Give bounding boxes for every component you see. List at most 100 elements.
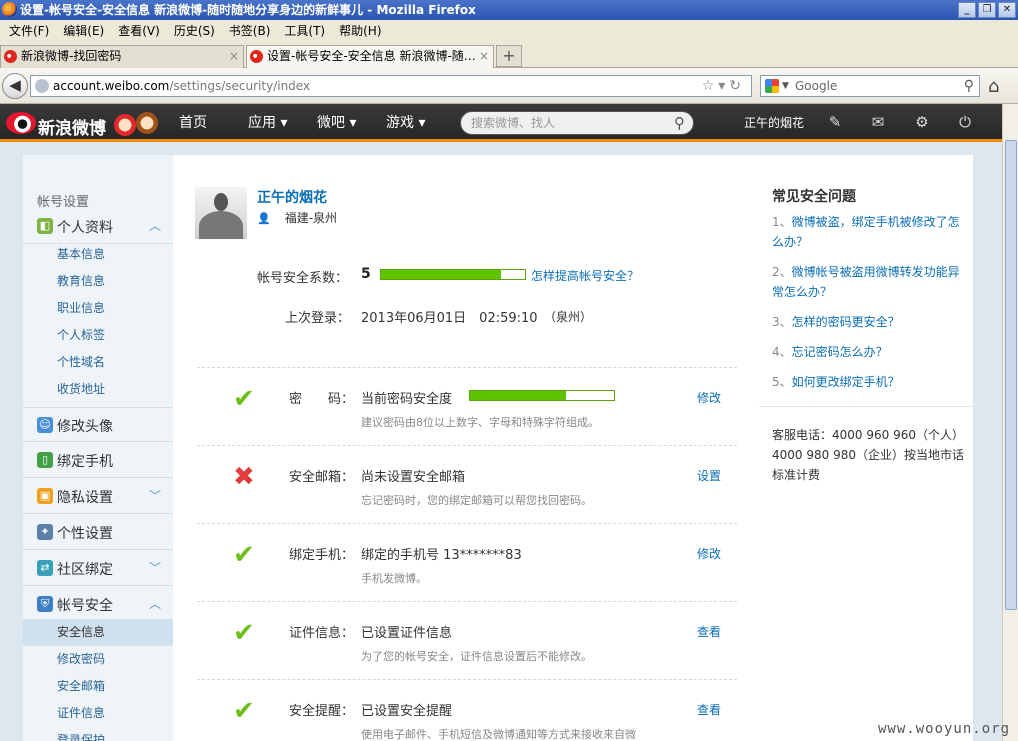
security-row-phone: ✔ 绑定手机： 绑定的手机号 13*******83 手机发微博。 修改 [197, 523, 737, 601]
row-label: 绑定手机： [289, 548, 355, 563]
sidebar-title: 帐号设置 [37, 195, 90, 210]
sidebar-group-avatar[interactable]: ☺ 修改头像 [23, 407, 173, 442]
menu-help[interactable]: 帮助(H) [332, 20, 388, 42]
weibo-logo[interactable]: 新浪微博 [4, 108, 162, 140]
bookmark-star-icon[interactable]: ☆▾↻ [702, 76, 745, 96]
weibo-search-input[interactable]: 搜索微博、找人 ⚲ [460, 111, 694, 135]
minimize-button[interactable]: _ [958, 2, 976, 18]
sidebar-item-basic-info[interactable]: 基本信息 [23, 241, 173, 268]
faq-item-2[interactable]: 2、微博帐号被盗用微博转发功能异常怎么办？ [772, 262, 962, 302]
security-score-label: 帐号安全系数： [257, 271, 349, 286]
maximize-button[interactable]: ❐ [978, 2, 996, 18]
tab-label: 设置-帐号安全-安全信息 新浪微博-随… [267, 49, 476, 63]
close-window-button[interactable]: ✕ [998, 2, 1016, 18]
tab-label: 新浪微博-找回密码 [21, 49, 122, 63]
sidebar-group-privacy[interactable]: ▣ 隐私设置 ﹀ [23, 479, 173, 514]
phone-icon: ▯ [37, 452, 53, 468]
row-label: 密 码： [289, 392, 355, 407]
sidebar-group-label: 帐号安全 [57, 598, 113, 614]
person-icon: 👤 [257, 212, 271, 225]
sidebar-item-career[interactable]: 职业信息 [23, 295, 173, 322]
sidebar-item-education[interactable]: 教育信息 [23, 268, 173, 295]
nav-weiba[interactable]: 微吧 ▾ [317, 104, 356, 142]
chevron-down-icon[interactable]: ﹀ [149, 487, 161, 504]
sidebar-item-domain[interactable]: 个性域名 [23, 349, 173, 376]
security-row-password: ✔ 密 码： 当前密码安全度 建议密码由8位以上数字、字母和特殊字符组成。 修改 [197, 367, 737, 445]
customer-service-phone: 客服电话：4000 960 960（个人）4000 980 980（企业）按当地… [772, 428, 964, 482]
close-tab-icon[interactable]: × [479, 46, 489, 67]
tab-security-settings[interactable]: 设置-帐号安全-安全信息 新浪微博-随… × [246, 45, 494, 69]
url-host: account.weibo.com [53, 79, 170, 93]
username-link[interactable]: 正午的烟花 [744, 104, 804, 142]
home-icon[interactable]: ⌂ [988, 76, 999, 97]
nav-home[interactable]: 首页 [179, 104, 207, 142]
nav-games[interactable]: 游戏 ▾ [386, 104, 425, 142]
back-button[interactable]: ◀ [2, 73, 28, 99]
sidebar-item-change-password[interactable]: 修改密码 [23, 646, 173, 673]
compose-icon[interactable]: ✎ [826, 113, 844, 131]
nav-apps[interactable]: 应用 ▾ [248, 104, 287, 142]
vertical-scrollbar[interactable] [1002, 104, 1018, 741]
view-id-link[interactable]: 查看 [697, 623, 721, 640]
site-identity-icon[interactable] [35, 79, 49, 93]
sidebar-group-label: 个性设置 [57, 526, 113, 542]
row-label: 证件信息： [289, 626, 355, 641]
search-input[interactable]: ▼ Google ⚲ [760, 75, 980, 97]
close-tab-icon[interactable]: × [229, 46, 239, 67]
view-alerts-link[interactable]: 查看 [697, 701, 721, 718]
profile-name[interactable]: 正午的烟花 [257, 187, 327, 207]
menu-bookmarks[interactable]: 书签(B) [222, 20, 278, 42]
sidebar-item-security-email[interactable]: 安全邮箱 [23, 673, 173, 700]
chevron-up-icon[interactable]: ︿ [149, 595, 161, 612]
sidebar-item-address[interactable]: 收货地址 [23, 376, 173, 403]
sidebar-item-login-protect[interactable]: 登录保护 [23, 727, 173, 741]
menu-history[interactable]: 历史(S) [167, 20, 222, 42]
avatar[interactable] [195, 187, 247, 239]
settings-gear-icon[interactable]: ⚙ [913, 113, 931, 131]
search-icon[interactable]: ⚲ [964, 76, 974, 96]
new-tab-button[interactable]: + [496, 45, 522, 67]
improve-security-link[interactable]: 怎样提高帐号安全？ [531, 267, 639, 284]
row-description: 建议密码由8位以上数字、字母和特殊字符组成。 [361, 416, 599, 429]
chevron-down-icon[interactable]: ﹀ [149, 559, 161, 576]
chevron-up-icon[interactable]: ︿ [149, 217, 161, 234]
faq-item-3[interactable]: 3、怎样的密码更安全？ [772, 312, 962, 332]
security-main-panel: 正午的烟花 👤 福建-泉州 帐号安全系数： 5 怎样提高帐号安全？ 上次登录： 2… [173, 155, 973, 741]
sidebar-item-security-info[interactable]: 安全信息 [23, 619, 173, 646]
sidebar-group-community[interactable]: ⇄ 社区绑定 ﹀ [23, 551, 173, 586]
sidebar-item-id-info[interactable]: 证件信息 [23, 700, 173, 727]
set-email-link[interactable]: 设置 [697, 467, 721, 484]
tab-find-password[interactable]: 新浪微博-找回密码 × [0, 45, 244, 68]
scrollbar-thumb[interactable] [1005, 140, 1017, 610]
sidebar-group-account-security[interactable]: ⛨ 帐号安全 ︿ [23, 587, 173, 622]
menu-view[interactable]: 查看(V) [111, 20, 167, 42]
sidebar-group-label: 修改头像 [57, 419, 113, 435]
logout-icon[interactable]: ⏻ [956, 113, 974, 131]
sidebar-group-phone[interactable]: ▯ 绑定手机 [23, 443, 173, 478]
menu-tools[interactable]: 工具(T) [277, 20, 332, 42]
edit-phone-link[interactable]: 修改 [697, 545, 721, 562]
faq-item-5[interactable]: 5、如何更改绑定手机？ [772, 372, 962, 392]
faq-item-1[interactable]: 1、微博被盗，绑定手机被修改了怎么办？ [772, 212, 962, 252]
sidebar-item-tags[interactable]: 个人标签 [23, 322, 173, 349]
sidebar-group-profile[interactable]: ◧ 个人资料 ︿ [23, 209, 173, 244]
faq-item-4[interactable]: 4、忘记密码怎么办？ [772, 342, 962, 362]
google-icon[interactable] [765, 79, 779, 93]
profile-icon: ◧ [37, 218, 53, 234]
menu-edit[interactable]: 编辑(E) [56, 20, 111, 42]
edit-password-link[interactable]: 修改 [697, 389, 721, 406]
last-login-city: （泉州） [544, 310, 593, 324]
search-engine-dropdown-icon[interactable]: ▼ [782, 76, 789, 96]
search-icon[interactable]: ⚲ [674, 112, 685, 134]
url-path: /settings/security/index [169, 79, 311, 93]
wrench-icon: ✦ [37, 524, 53, 540]
weibo-favicon-icon [250, 50, 263, 63]
window-title: 设置-帐号安全-安全信息 新浪微博-随时随地分享身边的新鲜事儿 - Mozill… [20, 3, 476, 17]
message-icon[interactable]: ✉ [869, 113, 887, 131]
row-description: 使用电子邮件、手机短信及微博通知等方式来接收来自微 [361, 728, 636, 741]
security-row-alerts: ✔ 安全提醒： 已设置安全提醒 使用电子邮件、手机短信及微博通知等方式来接收来自… [197, 679, 737, 741]
address-bar[interactable]: account.weibo.com/settings/security/inde… [30, 75, 752, 97]
menu-file[interactable]: 文件(F) [2, 20, 56, 42]
sidebar-group-personalize[interactable]: ✦ 个性设置 [23, 515, 173, 550]
back-arrow-icon: ◀ [9, 76, 21, 94]
